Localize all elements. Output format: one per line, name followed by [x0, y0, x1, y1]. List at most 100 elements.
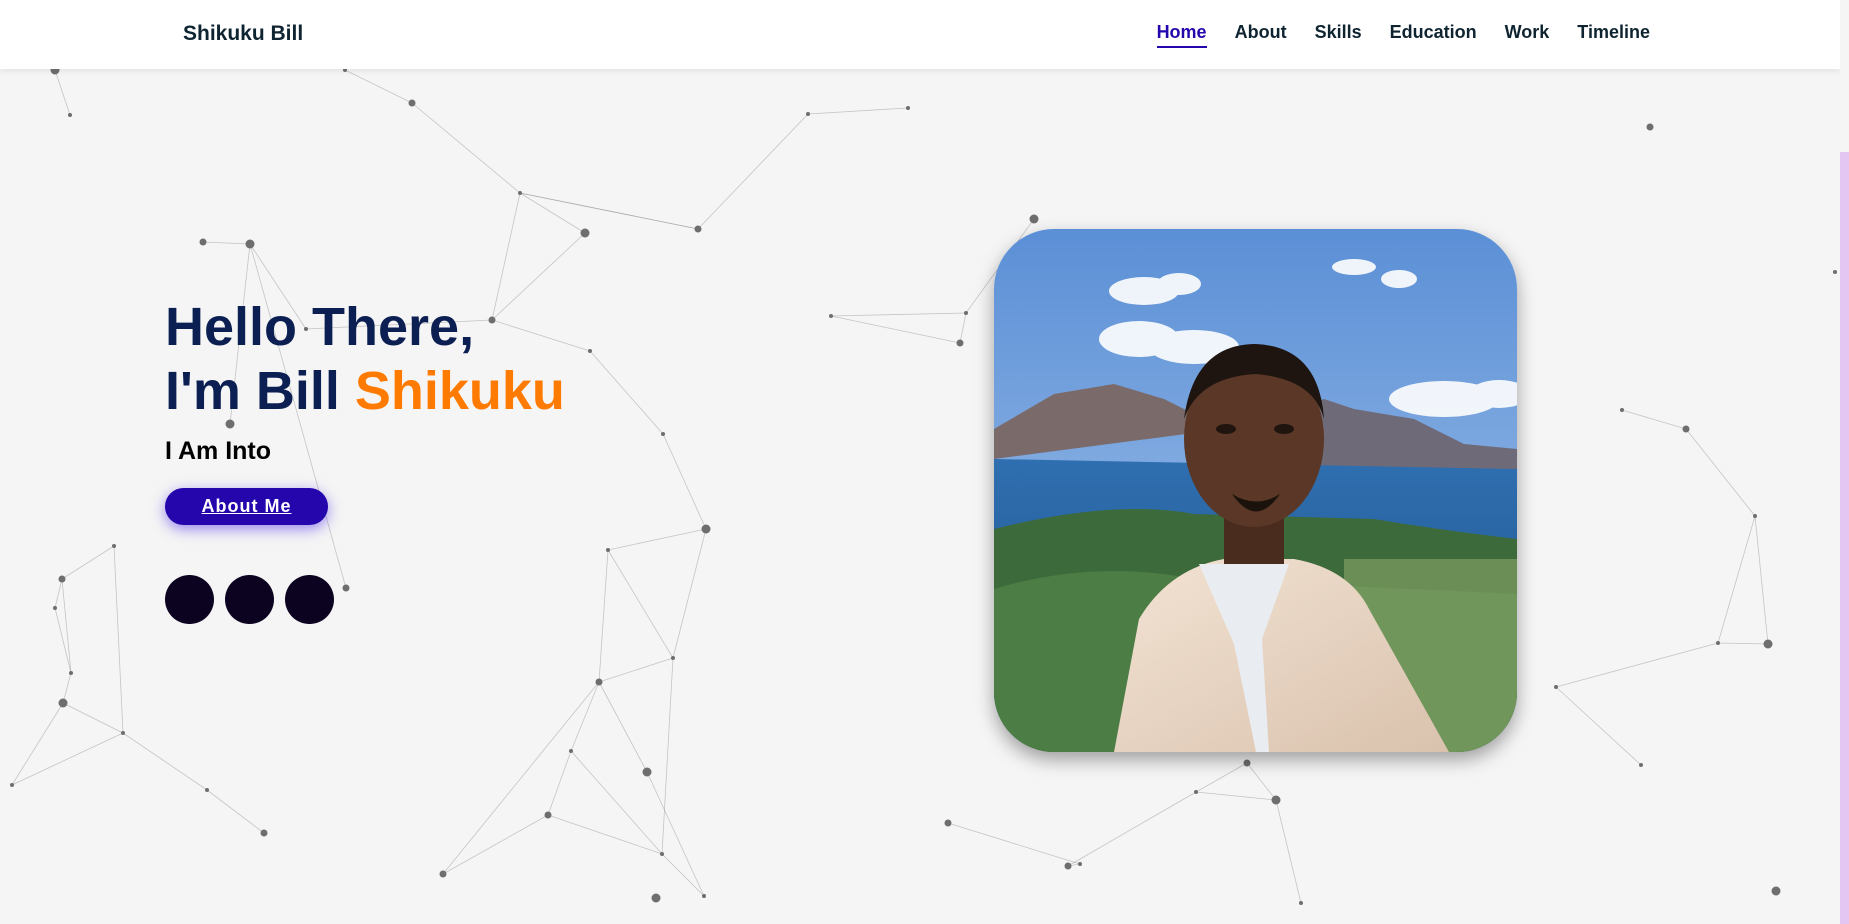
- particle-link: [1275, 799, 1302, 904]
- particle-link: [589, 350, 664, 435]
- particle-link: [62, 672, 72, 704]
- particle-dot: [595, 678, 603, 686]
- particle-dot: [260, 829, 268, 837]
- particle-link: [519, 192, 586, 234]
- about-me-button[interactable]: About Me: [165, 488, 328, 525]
- hero-name-prefix: I'm Bill: [165, 361, 355, 421]
- particle-dot: [1833, 270, 1837, 274]
- particle-dot: [1771, 886, 1781, 896]
- particle-link: [830, 315, 961, 344]
- particle-link: [1754, 515, 1769, 645]
- particle-dot: [121, 731, 125, 735]
- particle-dot: [1064, 862, 1072, 870]
- particle-link: [519, 192, 699, 230]
- particle-dot: [944, 819, 952, 827]
- nav-work[interactable]: Work: [1505, 22, 1550, 46]
- particle-dot: [112, 544, 116, 548]
- particle-link: [11, 732, 124, 786]
- particle-dot: [544, 811, 552, 819]
- particle-link: [598, 681, 648, 773]
- particle-dot: [1716, 641, 1720, 645]
- particle-link: [697, 113, 809, 230]
- particle-dot: [245, 239, 255, 249]
- particle-link: [646, 771, 705, 897]
- particle-link: [442, 681, 600, 875]
- particle-link: [1555, 642, 1719, 688]
- social-icon-3[interactable]: [285, 575, 334, 624]
- particle-link: [61, 545, 115, 580]
- hero-title: Hello There, I'm Bill Shikuku: [165, 295, 565, 423]
- particle-dot: [956, 339, 964, 347]
- particle-dot: [1639, 763, 1643, 767]
- particle-link: [1195, 791, 1277, 801]
- particle-dot: [439, 870, 447, 878]
- particle-link: [959, 312, 967, 344]
- particle-dot: [53, 606, 57, 610]
- particle-dot: [1299, 901, 1303, 905]
- particle-link: [61, 578, 72, 674]
- social-icon-2[interactable]: [225, 575, 274, 624]
- particle-link: [662, 433, 707, 530]
- particle-dot: [651, 893, 661, 903]
- particle-link: [807, 107, 909, 115]
- particle-dot: [1243, 759, 1251, 767]
- particle-link: [830, 312, 967, 317]
- particle-link: [661, 853, 705, 897]
- particle-dot: [199, 238, 207, 246]
- particle-dot: [660, 852, 664, 856]
- particle-link: [1195, 762, 1248, 793]
- nav-education[interactable]: Education: [1390, 22, 1477, 46]
- particle-dot: [1194, 790, 1198, 794]
- nav-skills[interactable]: Skills: [1315, 22, 1362, 46]
- scrollbar-thumb[interactable]: [1840, 152, 1849, 924]
- brand-logo[interactable]: Shikuku Bill: [183, 22, 303, 46]
- particle-link: [54, 578, 63, 609]
- particle-link: [598, 657, 674, 683]
- particle-link: [1067, 791, 1197, 867]
- social-links: [165, 575, 565, 624]
- particle-dot: [1646, 123, 1654, 131]
- hero-greeting: Hello There,: [165, 297, 475, 357]
- particle-link: [547, 750, 572, 816]
- particle-dot: [1554, 685, 1558, 689]
- particle-link: [344, 69, 413, 104]
- nav-home[interactable]: Home: [1156, 22, 1207, 48]
- particle-dot: [1078, 862, 1082, 866]
- particle-dot: [580, 228, 590, 238]
- particle-dot: [1682, 425, 1690, 433]
- navbar: Shikuku Bill Home About Skills Education…: [0, 0, 1840, 69]
- particle-dot: [1620, 408, 1624, 412]
- particle-dot: [606, 548, 610, 552]
- particle-dot: [10, 783, 14, 787]
- particle-dot: [702, 894, 706, 898]
- particle-link: [122, 732, 208, 791]
- particle-dot: [661, 432, 665, 436]
- social-icon-1[interactable]: [165, 575, 214, 624]
- particle-dot: [642, 767, 652, 777]
- particle-link: [1246, 762, 1277, 801]
- particle-dot: [69, 671, 73, 675]
- particle-dot: [1763, 639, 1773, 649]
- particle-link: [1555, 686, 1642, 766]
- particle-link: [607, 549, 674, 659]
- nav-about[interactable]: About: [1235, 22, 1287, 46]
- particle-dot: [964, 311, 968, 315]
- particle-link: [113, 545, 124, 734]
- nav-menu: Home About Skills Education Work Timelin…: [1156, 22, 1650, 48]
- particle-link: [1717, 642, 1769, 645]
- particle-dot: [671, 656, 675, 660]
- particle-link: [62, 702, 124, 734]
- particle-dot: [205, 788, 209, 792]
- particle-link: [947, 822, 1081, 865]
- particle-dot: [58, 575, 66, 583]
- profile-photo-image: [994, 229, 1517, 752]
- profile-photo: [994, 229, 1517, 752]
- particle-link: [206, 789, 265, 834]
- particle-dot: [701, 524, 711, 534]
- particle-dot: [829, 314, 833, 318]
- particle-link: [570, 681, 600, 752]
- particle-link: [598, 549, 609, 683]
- particle-link: [442, 814, 549, 875]
- nav-timeline[interactable]: Timeline: [1577, 22, 1650, 46]
- particle-dot: [569, 749, 573, 753]
